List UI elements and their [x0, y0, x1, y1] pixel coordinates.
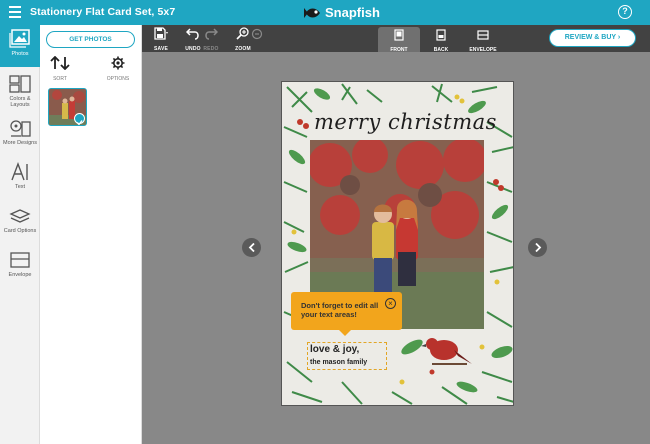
review-buy-button[interactable]: REVIEW & BUY ›	[549, 29, 636, 47]
get-photos-button[interactable]: GET PHOTOS	[46, 31, 135, 48]
redo-icon	[205, 28, 219, 40]
zoom-out-icon	[251, 28, 263, 40]
options-button[interactable]: OPTIONS	[98, 56, 138, 82]
tooltip-arrow	[339, 330, 351, 336]
review-buy-label: REVIEW & BUY	[564, 34, 616, 41]
rail-item-envelope[interactable]: Envelope	[0, 246, 40, 288]
chevron-left-icon	[248, 243, 255, 252]
sort-button[interactable]: SORT	[40, 55, 80, 82]
tooltip-text: Don't forget to edit all your text areas…	[301, 301, 379, 319]
designs-icon	[10, 120, 31, 137]
back-page-icon	[436, 29, 446, 41]
tab-back[interactable]: BACK	[420, 27, 462, 53]
text-icon	[11, 162, 28, 181]
help-button[interactable]: ?	[618, 5, 632, 19]
photos-icon	[9, 29, 30, 48]
envelope-tab-icon	[477, 30, 489, 40]
card-message-textbox[interactable]: love & joy, the mason family	[307, 342, 387, 370]
rail-label-colors-layouts: Colors & Layouts	[9, 96, 31, 108]
tab-front[interactable]: FRONT	[378, 27, 420, 53]
front-page-icon	[394, 29, 404, 41]
brand-name: Snapfish	[325, 5, 380, 20]
rail-label-more-designs: More Designs	[3, 140, 37, 146]
sort-icon	[50, 55, 70, 71]
rail-label-envelope: Envelope	[8, 272, 32, 278]
left-rail: Photos Colors & Layouts More Designs Tex…	[0, 25, 40, 444]
chevron-right-icon: ›	[617, 34, 621, 41]
rail-item-card-options[interactable]: Card Options	[0, 202, 40, 244]
hamburger-menu-icon[interactable]	[9, 6, 21, 18]
bird-illustration	[421, 338, 472, 365]
options-label: OPTIONS	[106, 76, 130, 82]
rail-label-card-options: Card Options	[3, 228, 37, 234]
previous-button[interactable]	[242, 238, 261, 257]
gear-icon	[111, 56, 125, 70]
rail-item-text[interactable]: Text	[0, 158, 40, 200]
save-button[interactable]: SAVE	[150, 27, 172, 52]
card-front[interactable]: merry christmas love & joy, the mason fa…	[281, 81, 514, 406]
card-options-icon	[9, 209, 31, 223]
rail-item-colors-layouts[interactable]: Colors & Layouts	[0, 70, 40, 112]
envelope-icon	[10, 252, 30, 268]
editor-toolbar: SAVE UNDO REDO ZOOM FRONT BACK ENVELOPE …	[142, 25, 650, 53]
undo-icon	[185, 28, 199, 40]
message-line-1: love & joy,	[310, 344, 360, 355]
photos-panel: GET PHOTOS SORT OPTIONS	[40, 25, 142, 444]
rail-label-text: Text	[14, 184, 26, 190]
project-title: Stationery Flat Card Set, 5x7	[30, 6, 176, 18]
layouts-icon	[9, 75, 31, 93]
message-line-2: the mason family	[310, 359, 368, 366]
rail-label-photos: Photos	[11, 51, 29, 57]
photo-thumbnail[interactable]	[48, 88, 87, 126]
chevron-right-nav-icon	[534, 243, 541, 252]
app-header: Stationery Flat Card Set, 5x7 Snapfish ?	[0, 0, 650, 25]
design-canvas: merry christmas love & joy, the mason fa…	[142, 52, 650, 444]
rail-item-more-designs[interactable]: More Designs	[0, 114, 40, 156]
zoom-out-button[interactable]	[250, 27, 264, 45]
card-greeting-text[interactable]: merry christmas	[314, 110, 497, 134]
selected-check-icon	[74, 113, 85, 125]
brand-logo[interactable]: Snapfish	[304, 3, 380, 22]
save-icon	[154, 27, 168, 40]
next-button[interactable]	[528, 238, 547, 257]
redo-button[interactable]: REDO	[200, 27, 222, 52]
tab-envelope[interactable]: ENVELOPE	[462, 27, 504, 53]
sort-label: SORT	[53, 76, 67, 82]
zoom-in-icon	[236, 27, 249, 40]
rail-item-photos[interactable]: Photos	[0, 25, 40, 67]
close-icon[interactable]: ×	[385, 298, 396, 309]
edit-text-tooltip: Don't forget to edit all your text areas…	[291, 292, 402, 336]
fish-logo-icon	[304, 7, 320, 18]
